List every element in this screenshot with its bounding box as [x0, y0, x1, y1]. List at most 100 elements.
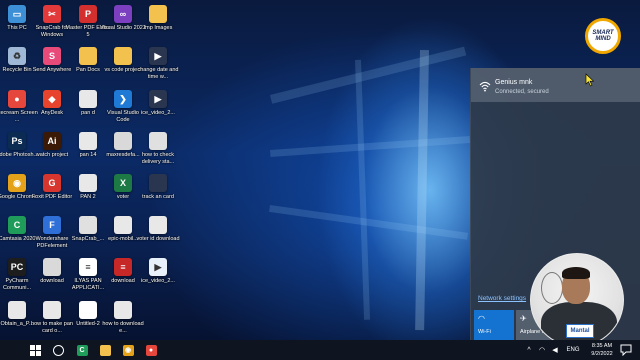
folder-icon — [114, 47, 132, 65]
video-file-icon: ▶ — [149, 47, 167, 65]
show-hidden-icons-button[interactable]: ^ — [524, 340, 534, 360]
taskbar-app-button[interactable] — [47, 340, 69, 360]
icecream-icon: ● — [8, 90, 26, 108]
wallpaper-beam — [355, 59, 371, 320]
image-file-icon — [8, 301, 26, 319]
desktop-icon-label: voter id download — [136, 236, 180, 242]
desktop-icon[interactable]: how to download e... — [100, 299, 146, 340]
chrome-icon: ◉ — [122, 344, 134, 356]
desktop-icon-label: change date and time w... — [137, 67, 179, 80]
video-file-icon: ▶ — [149, 90, 167, 108]
file-explorer-icon — [99, 344, 111, 356]
foxit-icon: G — [43, 174, 61, 192]
mouse-cursor-icon — [585, 73, 595, 87]
image-file-icon — [114, 132, 132, 150]
clock[interactable]: 8:35 AM 9/2/2022 — [587, 342, 617, 358]
pycharm-icon: PC — [8, 258, 26, 276]
wallpaper-beam — [415, 50, 429, 331]
image-file-icon — [43, 301, 61, 319]
image-file-icon — [149, 174, 167, 192]
network-settings-link[interactable]: Network settings — [478, 295, 526, 302]
wifi-tile-label: Wi-Fi — [478, 329, 491, 335]
recycle-bin-icon: ♻ — [8, 47, 26, 65]
desktop-icon[interactable]: ▶ change date and time w... — [135, 45, 181, 89]
image-file-icon — [149, 216, 167, 234]
desktop-icon-label: ice_video_2... — [141, 110, 175, 116]
windows-start-icon — [29, 344, 41, 356]
desktop-icon-label: Imp Images — [143, 25, 173, 31]
shirt-badge: Mantal — [566, 324, 594, 338]
video-file-icon: ▶ — [149, 258, 167, 276]
image-file-icon — [114, 216, 132, 234]
notification-center-icon[interactable] — [620, 344, 632, 356]
desktop-icon[interactable]: ▶ ice_video_2... — [135, 88, 181, 132]
image-file-icon — [79, 90, 97, 108]
webcam-overlay: Mantal — [530, 253, 624, 347]
desktop-icon[interactable]: how to check delivery sta... — [135, 130, 181, 174]
network-name: Genius mnk — [495, 79, 533, 86]
wifi-toggle-tile[interactable]: ◠ Wi-Fi — [474, 310, 514, 340]
chrome-icon: ◉ — [8, 174, 26, 192]
image-file-icon — [114, 301, 132, 319]
wifi-icon — [479, 81, 491, 92]
desktop-icon[interactable]: Imp Images — [135, 3, 181, 47]
anydesk-icon: ◆ — [43, 90, 61, 108]
image-file-icon — [79, 174, 97, 192]
image-file-icon — [149, 132, 167, 150]
desktop-icon-label: track an card — [142, 194, 174, 200]
desktop-icon[interactable]: track an card — [135, 172, 181, 216]
image-file-icon — [79, 301, 97, 319]
taskbar-app-button[interactable]: ● — [140, 340, 162, 360]
speaker-icon: ◀ — [552, 347, 558, 354]
network-tray-button[interactable]: ◠ — [536, 340, 548, 360]
volume-button[interactable]: ◀ — [549, 340, 561, 360]
wallpaper-beam — [270, 46, 467, 104]
vscode-icon: ❯ — [114, 90, 132, 108]
network-item-genius-mnk[interactable]: Genius mnk Connected, secured — [471, 68, 640, 102]
photoshop-icon: Ps — [8, 132, 26, 150]
logo-text-line2: MIND — [595, 36, 611, 42]
clock-date: 9/2/2022 — [591, 351, 613, 357]
taskbar-app-button[interactable]: ◉ — [117, 340, 139, 360]
folder-icon — [149, 5, 167, 23]
snapcrab-icon: ✂ — [43, 5, 61, 23]
language-indicator[interactable]: ENG — [562, 340, 584, 360]
smart-mind-logo: SMART MIND — [585, 18, 621, 54]
clock-time: 8:35 AM — [591, 343, 613, 349]
image-file-icon — [79, 216, 97, 234]
wifi-icon: ◠ — [478, 314, 485, 323]
taskbar-app-button[interactable]: C — [71, 340, 93, 360]
taskbar: C ◉ ● ^ ◠ ◀ ENG 8:35 AM 9/2/2022 — [0, 340, 640, 360]
desktop-icon[interactable]: ▶ ice_video_2... — [135, 256, 181, 300]
wifi-tray-icon: ◠ — [538, 347, 546, 354]
network-status: Connected, secured — [495, 89, 549, 95]
pdf-file-icon: ≡ — [79, 258, 97, 276]
image-file-icon — [79, 132, 97, 150]
desktop-icon-label: how to check delivery sta... — [141, 152, 175, 165]
taskbar-app-button[interactable] — [94, 340, 116, 360]
wallpaper-beam — [269, 205, 469, 240]
pdfelement-icon: F — [43, 216, 61, 234]
excel-icon: X — [114, 174, 132, 192]
desktop-icon[interactable]: voter id download — [135, 214, 181, 258]
computer-icon: ▭ — [8, 5, 26, 23]
start-button[interactable] — [24, 340, 46, 360]
desktop-icon-label: how to download e... — [102, 321, 144, 334]
send-anywhere-icon: S — [43, 47, 61, 65]
search-circle-icon — [52, 344, 64, 356]
chevron-up-icon: ^ — [527, 346, 531, 354]
folder-icon — [79, 47, 97, 65]
wall-art — [541, 272, 563, 304]
airplane-icon: ✈ — [520, 314, 527, 323]
visual-studio-icon: ∞ — [114, 5, 132, 23]
presenter-hair — [562, 267, 590, 279]
camtasia-icon: C — [76, 344, 88, 356]
wallpaper-beam — [270, 136, 471, 157]
pdf-editor-icon: P — [79, 5, 97, 23]
camtasia-icon: C — [8, 216, 26, 234]
pdf-file-icon: ≡ — [114, 258, 132, 276]
icecream-icon: ● — [145, 344, 157, 356]
illustrator-icon: Ai — [43, 132, 61, 150]
desktop-icon-label: ice_video_2... — [141, 278, 175, 284]
image-file-icon — [43, 258, 61, 276]
